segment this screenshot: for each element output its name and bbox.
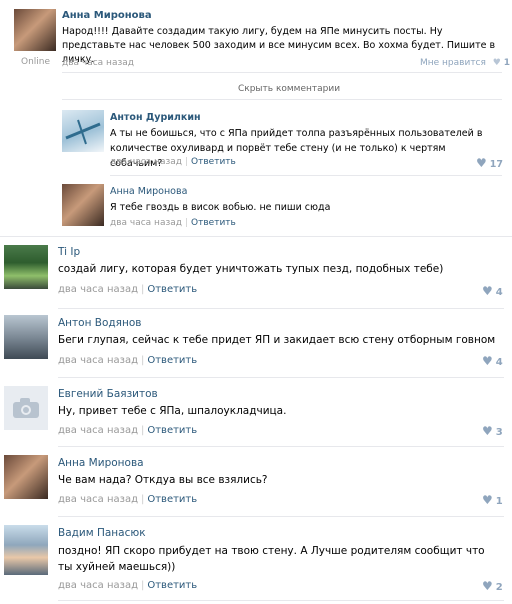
like-count: 4 — [495, 287, 503, 298]
comment-author[interactable]: Вадим Панасюк — [58, 527, 146, 539]
comment-time[interactable]: два часа назад — [58, 494, 138, 505]
reply-author[interactable]: Антон Дурилкин — [110, 112, 201, 123]
avatar[interactable] — [4, 245, 48, 289]
comment-text: создай лигу, которая будет уничтожать ту… — [58, 263, 444, 275]
comment-author[interactable]: Анна Миронова — [58, 457, 144, 469]
comment-author[interactable]: Ti Ip — [58, 246, 80, 258]
reply-time[interactable]: два часа назад — [110, 218, 182, 228]
like-count: 1 — [503, 58, 511, 68]
reply-button[interactable]: Ответить — [147, 580, 197, 591]
online-status: Online — [21, 57, 51, 67]
reply-meta: два часа назад | Ответить — [110, 157, 236, 167]
heart-icon: ♥ — [476, 156, 487, 170]
heart-icon: ♥ — [482, 579, 493, 593]
like-button[interactable]: ♥ 4 — [482, 284, 503, 298]
heart-icon: ♥ — [482, 493, 493, 507]
divider — [110, 175, 502, 176]
avatar[interactable] — [4, 315, 48, 359]
reply-author[interactable]: Анна Миронова — [110, 186, 187, 197]
comment-meta: два часа назад | Ответить — [58, 494, 198, 505]
divider — [0, 236, 512, 237]
like-count: 2 — [495, 582, 503, 593]
comment-author[interactable]: Антон Водянов — [58, 317, 141, 329]
avatar[interactable] — [4, 455, 48, 499]
heart-icon: ♥ — [492, 58, 501, 68]
comment-author[interactable]: Евгений Баязитов — [58, 388, 158, 400]
comment-text: Че вам нада? Откдуа вы все взялись? — [58, 474, 268, 486]
like-button[interactable]: ♥ 17 — [476, 156, 503, 170]
comment-meta: два часа назад | Ответить — [58, 284, 198, 295]
heart-icon: ♥ — [482, 284, 493, 298]
reply-button[interactable]: Ответить — [191, 218, 236, 228]
avatar[interactable] — [4, 525, 48, 575]
like-label: Мне нравится — [420, 58, 486, 68]
hide-comments-link[interactable]: Скрыть комментарии — [238, 84, 340, 94]
reply-button[interactable]: Ответить — [147, 284, 197, 295]
divider — [58, 446, 504, 447]
comment-time[interactable]: два часа назад — [58, 355, 138, 366]
reply-button[interactable]: Ответить — [191, 157, 236, 167]
comment-text: поздно! ЯП скоро прибудет на твою стену.… — [58, 545, 485, 573]
comment-time[interactable]: два часа назад — [58, 580, 138, 591]
comment-time[interactable]: два часа назад — [58, 425, 138, 436]
like-button[interactable]: ♥ 1 — [482, 493, 503, 507]
divider — [58, 600, 504, 601]
like-count: 17 — [489, 159, 503, 170]
avatar[interactable] — [62, 184, 104, 226]
divider — [58, 308, 504, 309]
like-count: 4 — [495, 357, 503, 368]
reply-button[interactable]: Ответить — [147, 355, 197, 366]
divider — [62, 99, 502, 100]
airplane-icon — [65, 119, 101, 145]
comment-time[interactable]: два часа назад — [58, 284, 138, 295]
comment-text: Ну, привет тебе с ЯПа, шпалоукладчица. — [58, 405, 287, 417]
like-button[interactable]: ♥ 4 — [482, 354, 503, 368]
reply-button[interactable]: Ответить — [147, 425, 197, 436]
camera-icon — [13, 398, 39, 418]
comment-meta: два часа назад | Ответить — [58, 355, 198, 366]
divider — [58, 516, 504, 517]
avatar[interactable] — [14, 9, 56, 51]
post-time[interactable]: два часа назад — [62, 58, 134, 68]
like-button[interactable]: Мне нравится ♥ 1 — [420, 58, 510, 68]
like-count: 3 — [495, 427, 503, 438]
reply-time[interactable]: два часа назад — [110, 157, 182, 167]
post-author[interactable]: Анна Миронова — [62, 10, 152, 21]
divider — [62, 72, 502, 73]
heart-icon: ♥ — [482, 424, 493, 438]
reply-button[interactable]: Ответить — [147, 494, 197, 505]
avatar[interactable] — [62, 110, 104, 152]
reply-text: Я тебе гвоздь в висок вобью. не пиши сюд… — [110, 202, 331, 213]
like-button[interactable]: ♥ 2 — [482, 579, 503, 593]
like-button[interactable]: ♥ 3 — [482, 424, 503, 438]
comment-meta: два часа назад | Ответить — [58, 425, 198, 436]
avatar[interactable] — [4, 386, 48, 430]
comment-meta: два часа назад | Ответить — [58, 580, 198, 591]
heart-icon: ♥ — [482, 354, 493, 368]
like-count: 1 — [495, 496, 503, 507]
reply-meta: два часа назад | Ответить — [110, 218, 236, 228]
divider — [58, 377, 504, 378]
comment-text: Беги глупая, сейчас к тебе придет ЯП и з… — [58, 334, 496, 346]
